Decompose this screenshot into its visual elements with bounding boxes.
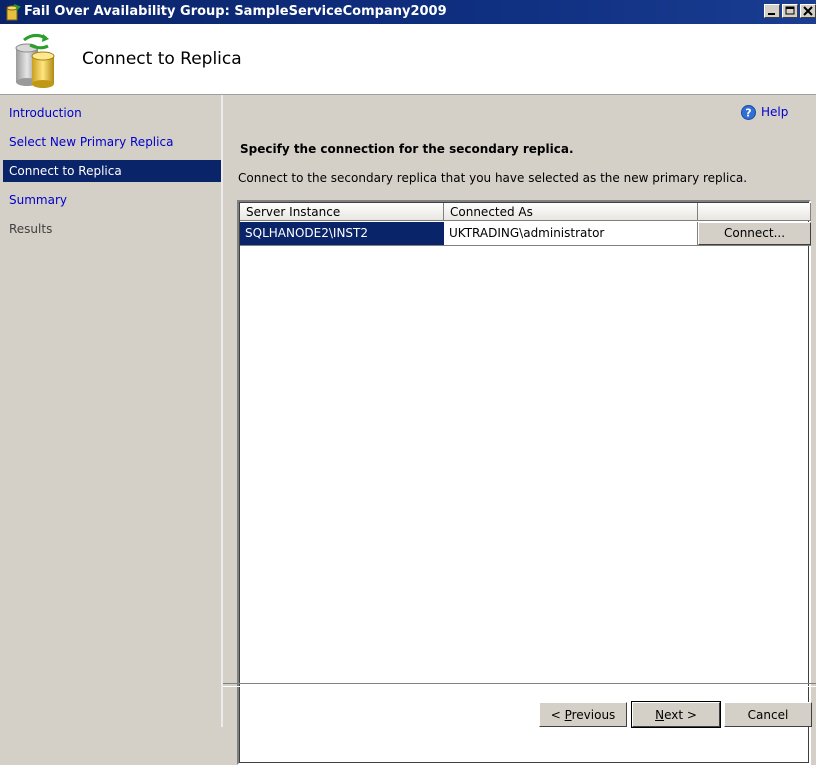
minimize-button[interactable] <box>764 4 780 18</box>
previous-label: revious <box>571 708 616 722</box>
wizard-sidebar: Introduction Select New Primary Replica … <box>0 95 222 727</box>
footer-divider <box>223 683 816 687</box>
next-label: ext > <box>664 708 697 722</box>
grid-body: Server Instance Connected As SQLHANODE2\… <box>239 202 811 763</box>
help-label: Help <box>761 105 789 119</box>
next-button[interactable]: Next > <box>631 701 721 728</box>
app-icon <box>6 4 21 21</box>
column-header-action <box>698 203 811 221</box>
sidebar-item-results: Results <box>9 222 53 236</box>
close-icon <box>803 6 813 16</box>
previous-prefix: < <box>550 708 565 722</box>
help-link[interactable]: ? Help <box>741 105 789 120</box>
connected-as-cell[interactable]: UKTRADING\administrator <box>444 222 698 245</box>
window-titlebar[interactable]: Fail Over Availability Group: SampleServ… <box>0 0 816 24</box>
page-title: Connect to Replica <box>82 49 242 69</box>
connect-button[interactable]: Connect... <box>698 222 811 245</box>
main-panel: ? Help Specify the connection for the se… <box>223 95 816 765</box>
help-icon: ? <box>741 105 756 120</box>
sidebar-item-introduction[interactable]: Introduction <box>3 102 221 124</box>
next-accelerator: N <box>655 708 665 722</box>
sidebar-item-select-new-primary-replica[interactable]: Select New Primary Replica <box>3 131 221 153</box>
section-heading: Specify the connection for the secondary… <box>240 142 574 156</box>
svg-text:?: ? <box>745 107 751 120</box>
column-header-connected-as[interactable]: Connected As <box>444 203 698 221</box>
previous-button[interactable]: < Previous <box>539 702 627 727</box>
cancel-button[interactable]: Cancel <box>724 702 812 727</box>
wizard-header: Connect to Replica <box>0 24 816 95</box>
sidebar-item-summary[interactable]: Summary <box>3 189 221 211</box>
table-row[interactable]: SQLHANODE2\INST2 UKTRADING\administrator… <box>240 222 811 246</box>
window-title: Fail Over Availability Group: SampleServ… <box>24 4 447 19</box>
previous-accelerator: P <box>564 708 572 722</box>
replica-connection-grid[interactable]: Server Instance Connected As SQLHANODE2\… <box>237 200 811 765</box>
grid-header: Server Instance Connected As <box>240 203 811 221</box>
minimize-icon <box>768 13 775 15</box>
maximize-button[interactable] <box>782 4 798 18</box>
sidebar-item-connect-to-replica[interactable]: Connect to Replica <box>3 160 221 182</box>
section-description: Connect to the secondary replica that yo… <box>238 171 748 185</box>
database-sync-icon <box>15 33 55 88</box>
maximize-icon <box>785 6 795 15</box>
close-button[interactable] <box>800 4 816 18</box>
server-instance-cell[interactable]: SQLHANODE2\INST2 <box>240 222 444 245</box>
column-header-server-instance[interactable]: Server Instance <box>240 203 444 221</box>
